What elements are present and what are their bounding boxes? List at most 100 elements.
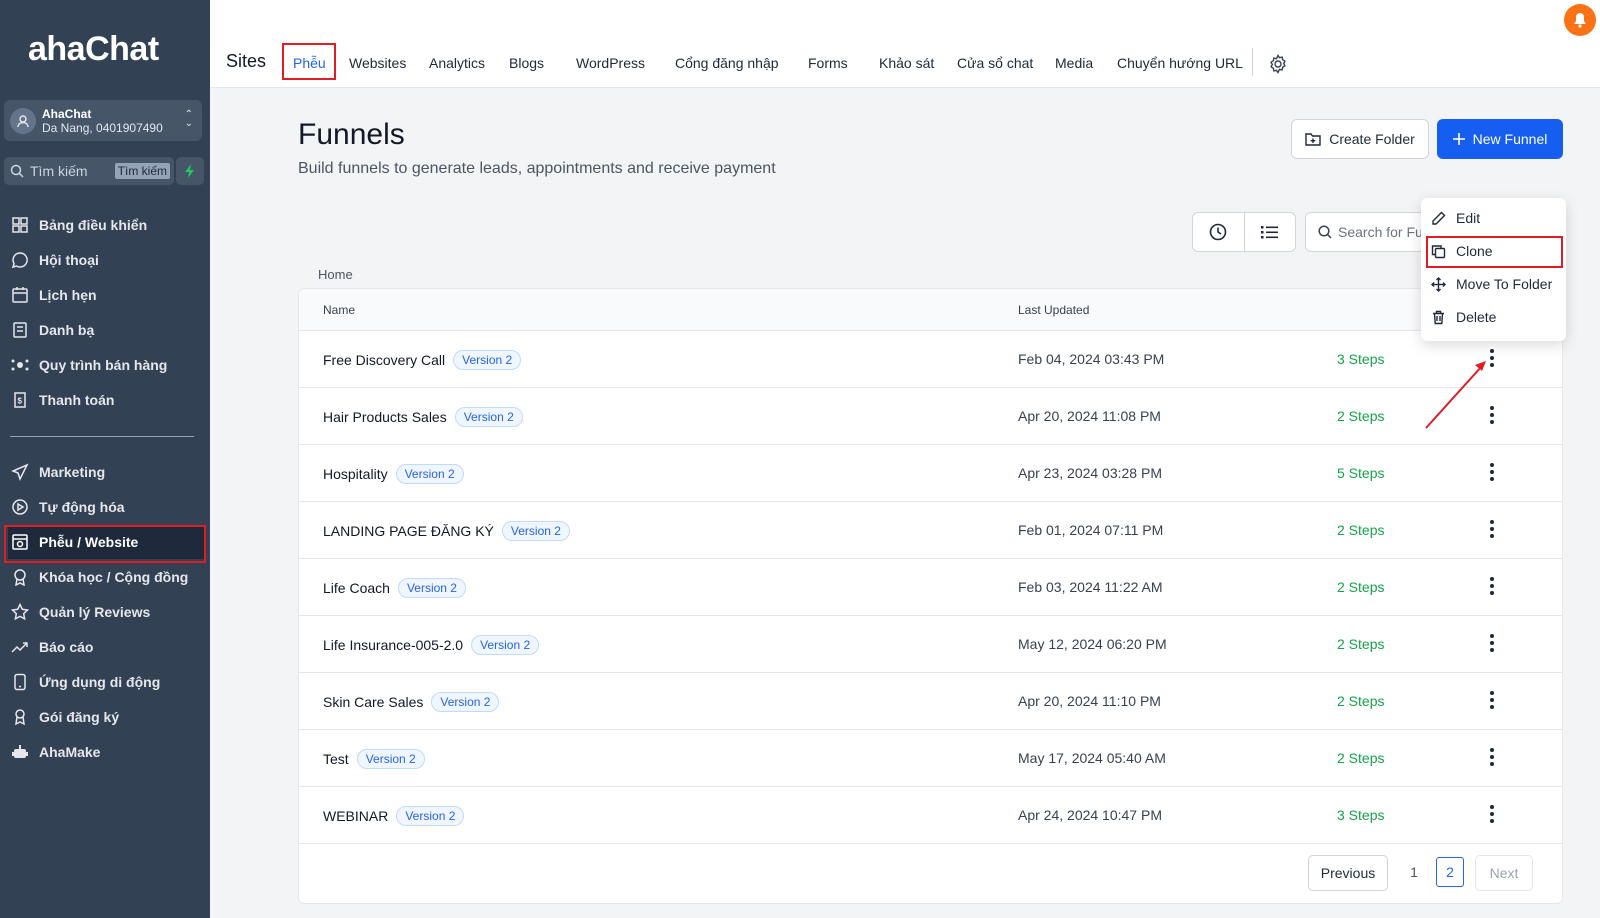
sidebar-item-marketing[interactable]: Marketing (8, 455, 204, 489)
tab-login-portal[interactable]: Cổng đăng nhập (675, 55, 779, 71)
search-shortcut: Tìm kiếm (114, 163, 170, 179)
tab-media[interactable]: Media (1055, 55, 1093, 71)
sidebar-search[interactable]: Tìm kiếm Tìm kiếm (4, 157, 174, 185)
sidebar-item-pipeline[interactable]: Quy trình bán hàng (8, 348, 204, 382)
tab-analytics[interactable]: Analytics (429, 55, 485, 71)
table-row[interactable]: Test Version 2 May 17, 2024 05:40 AM 2 St… (299, 730, 1562, 787)
bolt-icon[interactable] (176, 157, 204, 185)
funnel-name[interactable]: Life Coach (323, 580, 390, 596)
last-updated: Apr 23, 2024 03:28 PM (1018, 465, 1162, 481)
funnel-name[interactable]: Test (323, 751, 349, 767)
sidebar-item-courses[interactable]: Khóa học / Cộng đồng (8, 560, 204, 594)
page-2-button[interactable]: 2 (1436, 857, 1464, 887)
search-icon (10, 164, 24, 178)
sidebar-item-conversations[interactable]: Hội thoại (8, 243, 204, 277)
sidebar-item-label: Hội thoại (39, 252, 99, 268)
steps-count: 2 Steps (1337, 750, 1385, 766)
funnel-name[interactable]: Free Discovery Call (323, 352, 445, 368)
tab-chat-widget[interactable]: Cửa sổ chat (957, 55, 1033, 71)
version-badge: Version 2 (454, 407, 523, 427)
sidebar-item-label: Bảng điều khiển (39, 217, 148, 233)
sidebar-item-automation[interactable]: Tự động hóa (8, 490, 204, 524)
star-icon (10, 602, 30, 622)
account-switcher[interactable]: AhaChat Da Nang, 0401907490 ⌃ ⌄ (4, 100, 202, 141)
menu-item-move[interactable]: Move To Folder (1431, 270, 1556, 298)
tab-url-redirects[interactable]: Chuyển hướng URL (1117, 55, 1243, 71)
tab-surveys[interactable]: Khảo sát (879, 55, 934, 71)
page-1-button[interactable]: 1 (1400, 857, 1428, 887)
last-updated: Feb 01, 2024 07:11 PM (1018, 522, 1164, 538)
funnel-name[interactable]: Hospitality (323, 466, 388, 482)
page-title: Funnels (298, 118, 405, 151)
version-badge: Version 2 (471, 635, 540, 655)
menu-item-label: Move To Folder (1456, 276, 1553, 292)
sidebar-item-reports[interactable]: Báo cáo (8, 630, 204, 664)
tab-websites[interactable]: Websites (349, 55, 406, 71)
version-badge: Version 2 (431, 692, 500, 712)
funnel-name[interactable]: Hair Products Sales (323, 409, 447, 425)
sidebar-item-payments[interactable]: $ Thanh toán (8, 383, 204, 417)
notification-bell-icon[interactable] (1564, 4, 1596, 36)
table-row[interactable]: Hair Products Sales Version 2 Apr 20, 202… (299, 388, 1562, 445)
next-page-button[interactable]: Next (1475, 855, 1533, 891)
account-subtitle: Da Nang, 0401907490 (42, 120, 163, 135)
more-options-icon[interactable] (1485, 802, 1499, 826)
gear-icon[interactable] (1268, 54, 1288, 74)
funnel-search-input[interactable]: Search for Funnels (1305, 212, 1425, 252)
column-header-name[interactable]: Name (323, 303, 355, 317)
sidebar-item-calendar[interactable]: Lịch hẹn (8, 278, 204, 312)
contacts-icon (10, 320, 30, 340)
sidebar-item-subscriptions[interactable]: Gói đăng ký (8, 700, 204, 734)
previous-page-button[interactable]: Previous (1308, 855, 1388, 891)
folder-plus-icon (1305, 133, 1321, 146)
table-row[interactable]: WEBINAR Version 2 Apr 24, 2024 10:47 PM 3… (299, 787, 1562, 844)
sidebar-item-label: Quản lý Reviews (39, 604, 151, 620)
steps-count: 2 Steps (1337, 579, 1385, 595)
sidebar-item-dashboard[interactable]: Bảng điều khiển (8, 208, 204, 242)
funnel-name[interactable]: Life Insurance-005-2.0 (323, 637, 463, 653)
more-options-icon[interactable] (1485, 688, 1499, 712)
table-row[interactable]: Life Coach Version 2 Feb 03, 2024 11:22 A… (299, 559, 1562, 616)
more-options-icon[interactable] (1485, 517, 1499, 541)
list-view-button[interactable] (1245, 213, 1296, 251)
move-icon (1431, 276, 1446, 292)
sidebar-item-mobile-app[interactable]: Ứng dụng di động (8, 665, 204, 699)
more-options-icon[interactable] (1485, 745, 1499, 769)
create-folder-button[interactable]: Create Folder (1291, 119, 1429, 159)
sidebar-item-label: Lịch hẹn (39, 287, 97, 303)
steps-count: 2 Steps (1337, 636, 1385, 652)
sidebar-item-label: Quy trình bán hàng (39, 357, 168, 373)
recent-view-button[interactable] (1193, 213, 1245, 251)
more-options-icon[interactable] (1485, 631, 1499, 655)
funnel-name[interactable]: WEBINAR (323, 808, 388, 824)
last-updated: Apr 20, 2024 11:10 PM (1018, 693, 1161, 709)
tab-forms[interactable]: Forms (808, 55, 848, 71)
new-funnel-button[interactable]: New Funnel (1437, 119, 1563, 159)
sidebar-item-reviews[interactable]: Quản lý Reviews (8, 595, 204, 629)
more-options-icon[interactable] (1485, 574, 1499, 598)
sidebar-item-contacts[interactable]: Danh bạ (8, 313, 204, 347)
column-header-updated[interactable]: Last Updated (1018, 303, 1089, 317)
more-options-icon[interactable] (1485, 460, 1499, 484)
plus-icon (1452, 133, 1465, 145)
user-icon (10, 107, 36, 134)
version-badge: Version 2 (453, 350, 522, 370)
table-row[interactable]: Free Discovery Call Version 2 Feb 04, 202… (299, 331, 1562, 388)
funnel-name[interactable]: LANDING PAGE ĐĂNG KÝ (323, 523, 494, 539)
menu-item-edit[interactable]: Edit (1431, 204, 1556, 232)
funnel-name[interactable]: Skin Care Sales (323, 694, 423, 710)
funnel-search-placeholder: Search for Funnels (1338, 224, 1424, 240)
breadcrumb[interactable]: Home (318, 267, 353, 282)
menu-item-delete[interactable]: Delete (1431, 303, 1556, 331)
table-row[interactable]: LANDING PAGE ĐĂNG KÝ Version 2 Feb 01, 20… (299, 502, 1562, 559)
table-row[interactable]: Skin Care Sales Version 2 Apr 20, 2024 11… (299, 673, 1562, 730)
highlight-tab-funnels (282, 43, 336, 80)
sidebar-item-label: AhaMake (39, 744, 101, 760)
table-row[interactable]: Life Insurance-005-2.0 Version 2 May 12, … (299, 616, 1562, 673)
sidebar-item-ahamake[interactable]: AhaMake (8, 735, 204, 769)
logo[interactable]: ahaChat (28, 30, 159, 69)
calendar-icon (10, 285, 30, 305)
tab-blogs[interactable]: Blogs (509, 55, 544, 71)
table-row[interactable]: Hospitality Version 2 Apr 23, 2024 03:28 … (299, 445, 1562, 502)
tab-wordpress[interactable]: WordPress (576, 55, 645, 71)
